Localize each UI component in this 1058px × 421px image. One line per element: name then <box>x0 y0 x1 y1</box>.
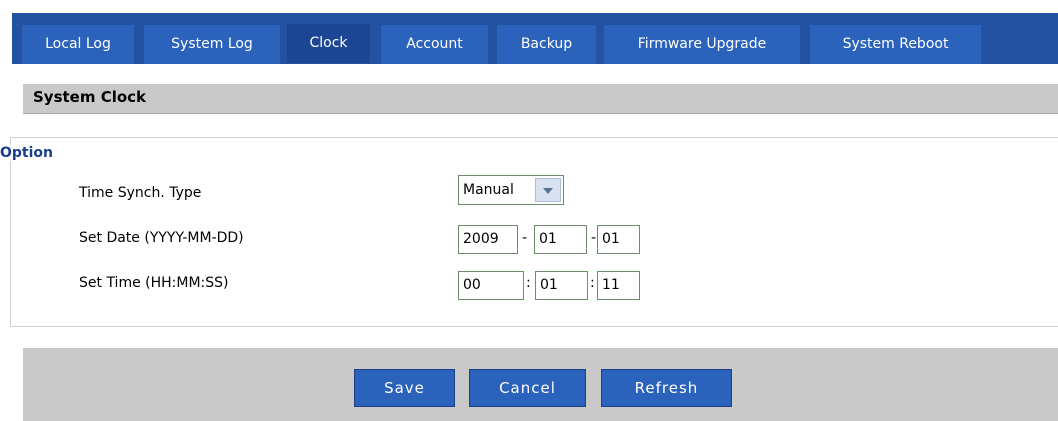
tab-backup[interactable]: Backup <box>497 25 596 64</box>
date-separator: - <box>522 230 528 246</box>
cancel-button[interactable]: Cancel <box>469 369 586 407</box>
time-synch-type-value: Manual <box>463 182 514 198</box>
set-date-label: Set Date (YYYY-MM-DD) <box>79 230 244 246</box>
time-synch-type-label: Time Synch. Type <box>79 185 202 201</box>
tab-system-log[interactable]: System Log <box>144 25 280 64</box>
date-year-input[interactable]: 2009 <box>458 225 518 254</box>
tab-account[interactable]: Account <box>381 25 488 64</box>
tab-firmware-upgrade[interactable]: Firmware Upgrade <box>604 25 800 64</box>
refresh-button[interactable]: Refresh <box>601 369 732 407</box>
date-day-input[interactable]: 01 <box>597 225 640 254</box>
save-button[interactable]: Save <box>354 369 455 407</box>
time-second-input[interactable]: 11 <box>597 271 640 300</box>
time-synch-type-select[interactable]: Manual <box>458 175 564 205</box>
tab-local-log[interactable]: Local Log <box>22 25 134 64</box>
time-separator: : <box>526 275 531 291</box>
option-label: Option <box>0 145 57 161</box>
time-separator: : <box>590 275 595 291</box>
dropdown-button[interactable] <box>535 178 561 202</box>
chevron-down-icon <box>543 188 553 194</box>
time-hour-input[interactable]: 00 <box>458 271 524 300</box>
date-month-input[interactable]: 01 <box>534 225 587 254</box>
set-time-label: Set Time (HH:MM:SS) <box>79 275 229 291</box>
tab-clock[interactable]: Clock <box>287 24 370 63</box>
date-separator: - <box>591 230 597 246</box>
section-title: System Clock <box>33 88 147 106</box>
tab-system-reboot[interactable]: System Reboot <box>810 25 981 64</box>
time-minute-input[interactable]: 01 <box>535 271 588 300</box>
section-header: System Clock <box>23 84 1058 114</box>
